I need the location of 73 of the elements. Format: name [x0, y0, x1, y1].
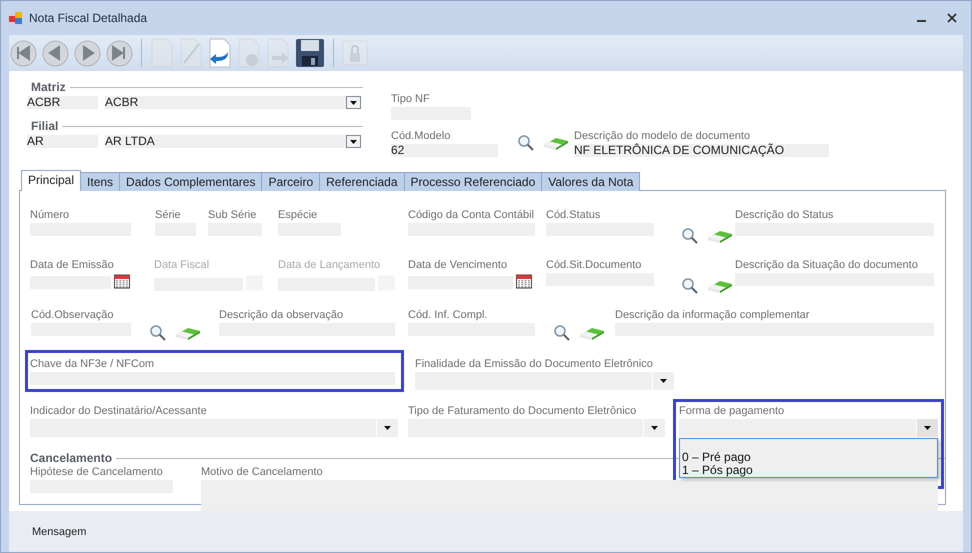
caret-icon — [350, 140, 357, 144]
tab[interactable]: Parceiro — [261, 172, 320, 191]
dropdown-button[interactable] — [653, 372, 674, 390]
status-text: Mensagem — [32, 526, 86, 538]
previous-icon[interactable] — [42, 40, 69, 66]
section-heading: Cancelamento — [30, 451, 112, 465]
section-heading: Filial — [31, 119, 58, 133]
field-label: Descrição do Status — [735, 209, 834, 222]
field-label: Data de Vencimento — [408, 259, 508, 272]
tab[interactable]: Referenciada — [319, 172, 405, 191]
field-label: Tipo de Faturamento do Documento Eletrônico — [408, 405, 636, 418]
code-field[interactable]: AR — [27, 135, 98, 148]
caret-icon — [651, 426, 658, 430]
field-label: Finalidade da Emissão do Documento Eletrônico — [415, 358, 653, 371]
field-label: Código da Conta Contábil — [408, 209, 534, 222]
field-label: Hipótese de Cancelamento — [30, 466, 163, 479]
field-label: Data de Emissão — [30, 259, 114, 272]
field-label: Cód.Status — [546, 209, 600, 222]
field-label: Data de Lançamento — [278, 259, 380, 272]
field-label: Cód.Modelo — [391, 130, 450, 143]
tab[interactable]: Valores da Nota — [541, 172, 640, 191]
field-label: Data Fiscal — [154, 259, 210, 272]
field-label: Tipo NF — [391, 93, 430, 106]
tab[interactable]: Dados Complementares — [119, 172, 262, 191]
tab[interactable]: Processo Referenciado — [404, 172, 542, 191]
field-label: Descrição da informação complementar — [615, 309, 810, 322]
search-icon[interactable] — [553, 324, 571, 342]
close-icon[interactable] — [947, 13, 957, 23]
previous-icon[interactable] — [10, 40, 37, 66]
field-label: Cód.Sit.Documento — [546, 259, 642, 272]
search-icon[interactable] — [681, 226, 699, 244]
field-label: Descrição da observação — [219, 309, 344, 322]
calendar-icon[interactable] — [114, 273, 130, 289]
caret-icon — [350, 100, 357, 104]
code-field[interactable]: ACBR — [27, 96, 98, 109]
field-label: Descrição do modelo de documento — [574, 130, 750, 143]
field-label: Descrição da Situação do documento — [735, 259, 918, 272]
field-label: Série — [155, 209, 181, 222]
dropdown-option[interactable]: 0 – Pré pago — [680, 451, 937, 464]
window-title: Nota Fiscal Detalhada — [29, 11, 148, 25]
text-field[interactable]: NF ELETRÔNICA DE COMUNICAÇÃO — [574, 144, 829, 157]
dropdown-button[interactable] — [917, 419, 938, 437]
text-area[interactable] — [201, 480, 938, 511]
tab[interactable]: Principal — [21, 170, 82, 191]
field-label: Motivo de Cancelamento — [201, 466, 323, 479]
code-field[interactable]: 62 — [391, 144, 498, 157]
dropdown-option[interactable]: 1 – Pós pago — [680, 464, 937, 477]
caret-icon — [384, 426, 391, 430]
dropdown-button[interactable] — [644, 419, 665, 437]
field-label: Cód. Inf. Compl. — [408, 309, 488, 322]
caret-icon — [924, 426, 931, 430]
next-icon[interactable] — [74, 40, 101, 66]
field-label: Cód.Observação — [31, 309, 114, 322]
dropdown-field[interactable]: AR LTDA — [105, 135, 361, 148]
next-icon[interactable] — [106, 40, 133, 66]
search-icon[interactable] — [681, 276, 699, 294]
search-icon[interactable] — [149, 324, 167, 342]
caret-icon — [660, 379, 667, 383]
field-label: Chave da NF3e / NFCom — [30, 358, 154, 371]
section-heading: Matriz — [31, 80, 66, 94]
dropdown-button[interactable] — [377, 419, 398, 437]
tab[interactable]: Itens — [80, 172, 120, 191]
search-icon[interactable] — [517, 134, 535, 152]
field-label: Espécie — [278, 209, 318, 222]
field-label: Forma de pagamento — [679, 405, 784, 418]
field-label: Indicador do Destinatário/Acessante — [30, 405, 207, 418]
app-icon — [9, 12, 23, 24]
dropdown-field[interactable]: ACBR — [105, 96, 361, 109]
calendar-icon[interactable] — [516, 273, 532, 289]
dropdown-field[interactable] — [679, 419, 916, 437]
undo-icon[interactable] — [208, 38, 232, 68]
field-label: Sub Série — [208, 209, 256, 222]
field-label: Número — [30, 209, 70, 222]
